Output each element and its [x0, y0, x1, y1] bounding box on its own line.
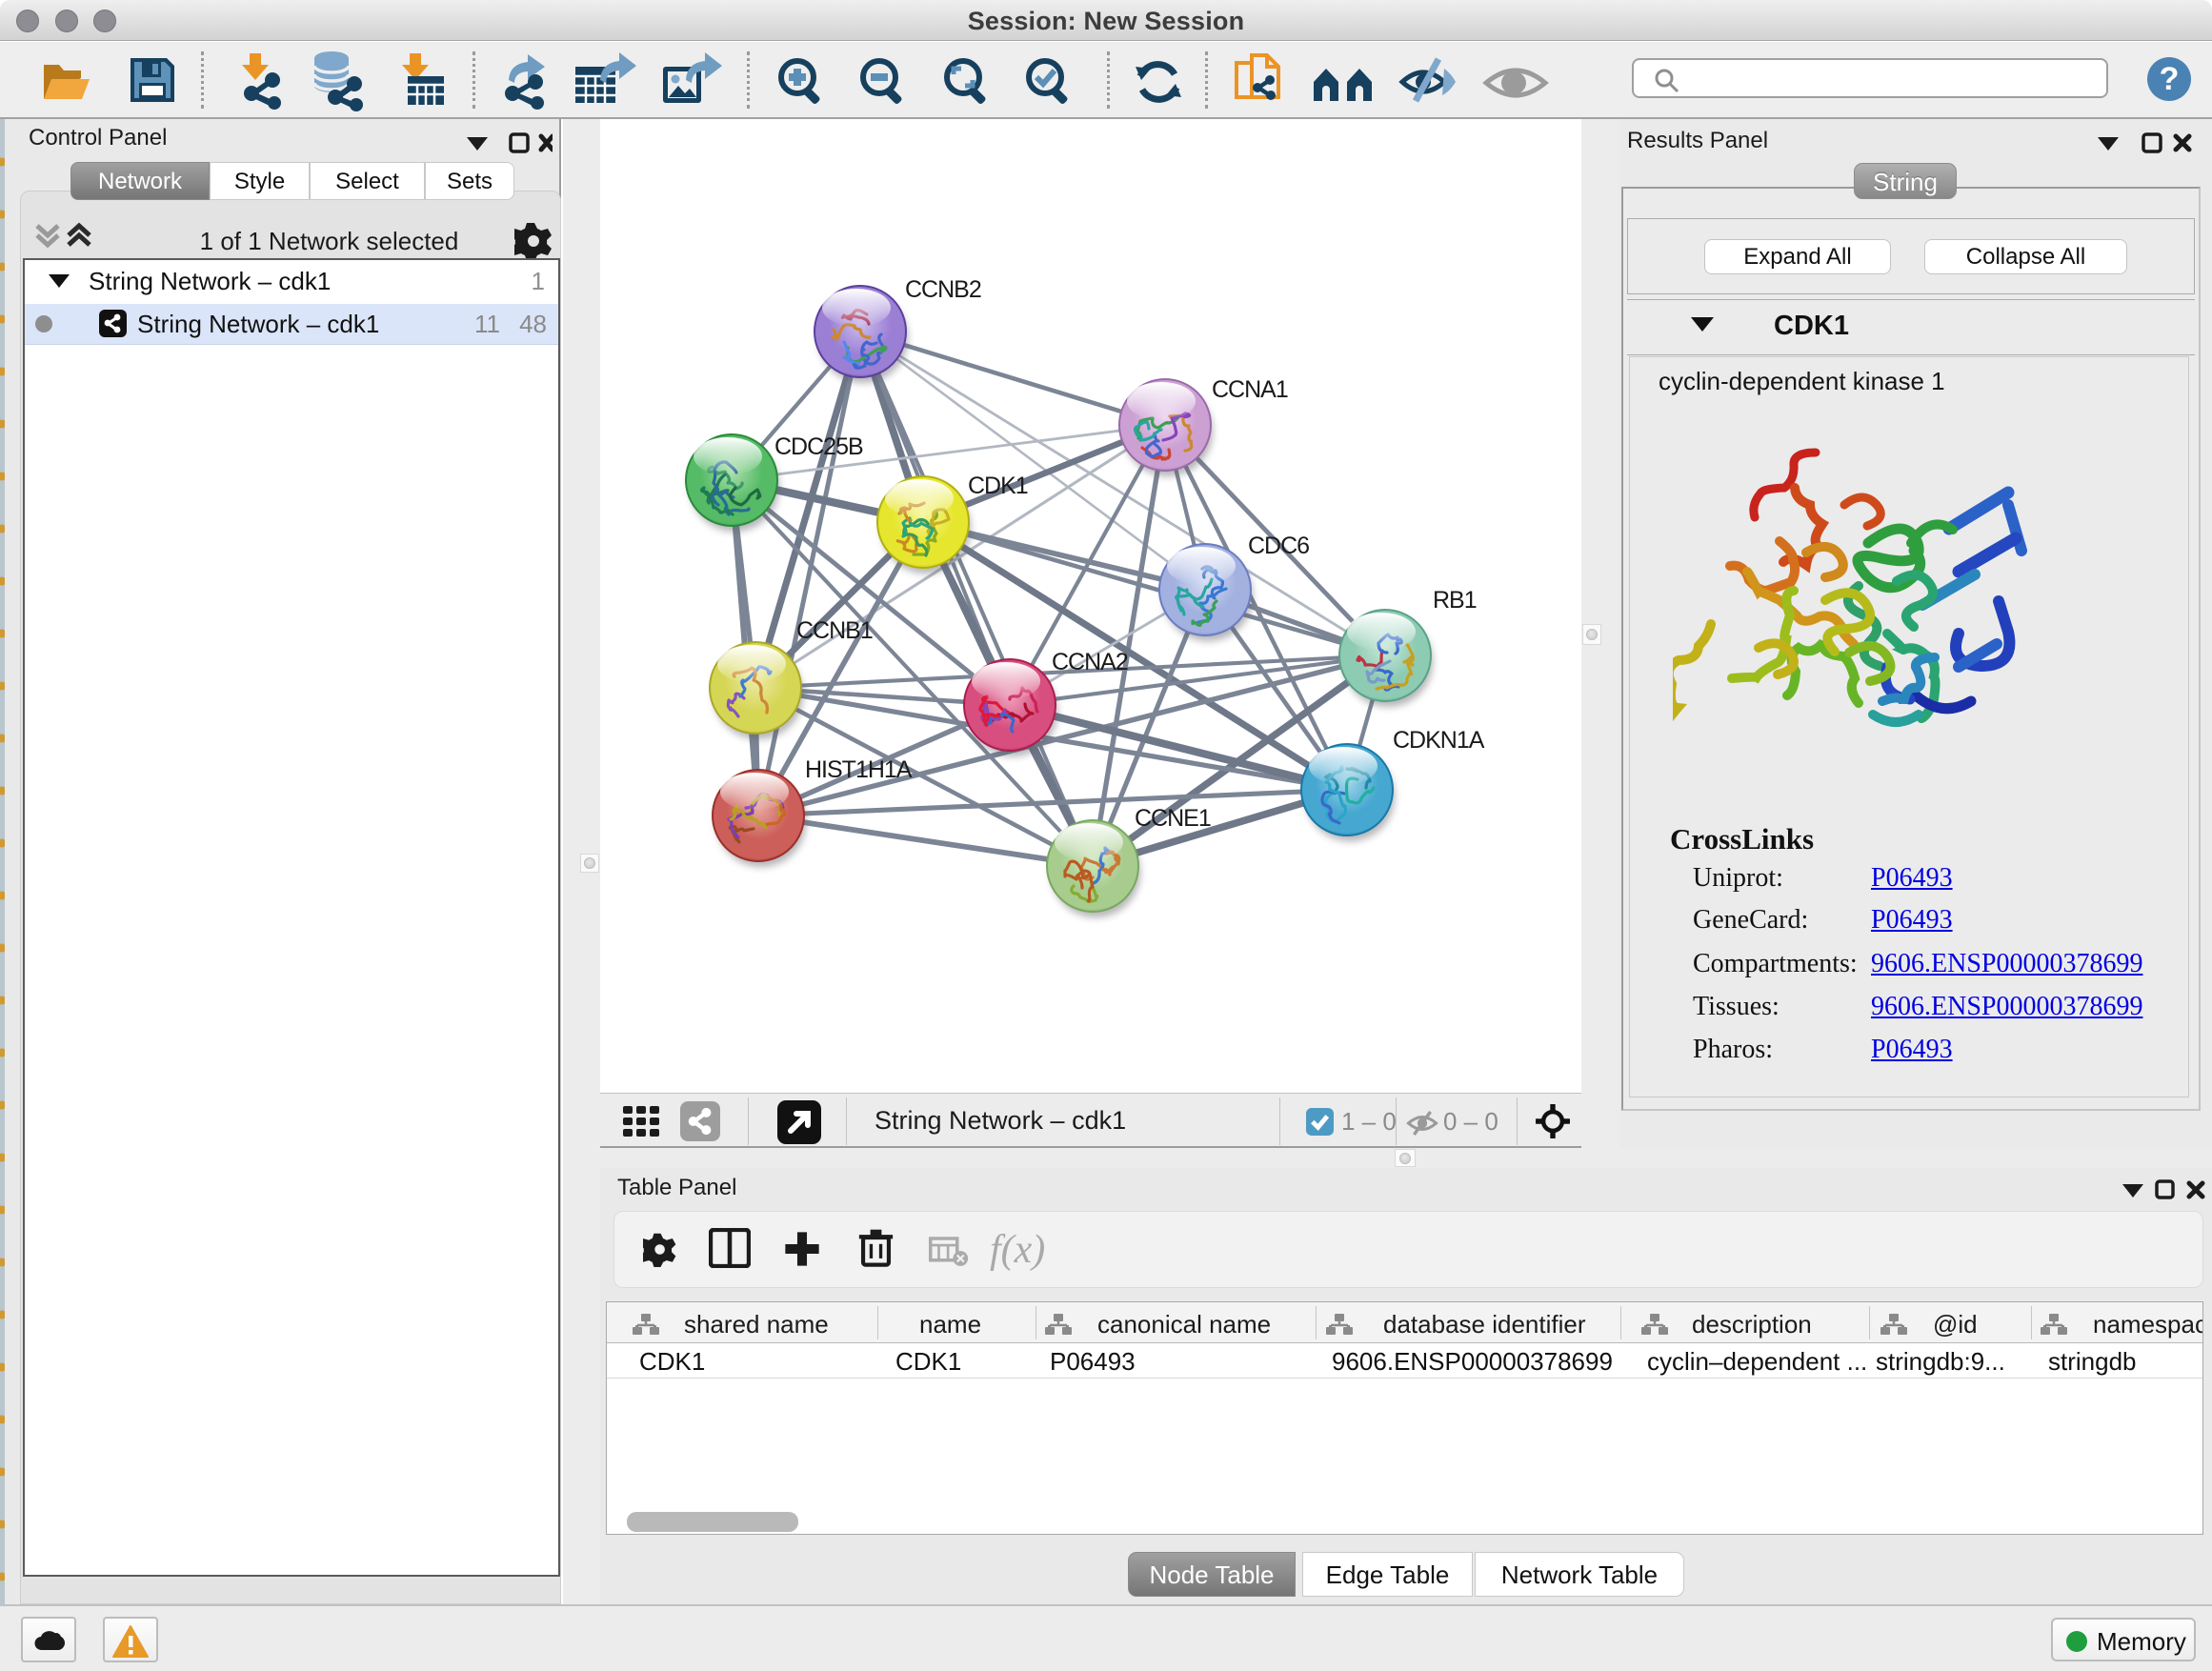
svg-text:CDC6: CDC6: [1248, 533, 1309, 559]
svg-text:RB1: RB1: [1433, 587, 1477, 614]
svg-text:CDK1: CDK1: [968, 473, 1028, 499]
svg-text:CCNA2: CCNA2: [1052, 649, 1128, 675]
svg-text:CCNA1: CCNA1: [1212, 376, 1288, 403]
svg-text:?: ?: [2160, 61, 2180, 97]
svg-text:CDKN1A: CDKN1A: [1393, 727, 1485, 754]
svg-text:CCNB2: CCNB2: [905, 276, 981, 303]
svg-text:HIST1H1A: HIST1H1A: [805, 756, 913, 783]
svg-text:CDC25B: CDC25B: [774, 433, 863, 460]
svg-text:CCNB1: CCNB1: [796, 617, 873, 644]
svg-text:CCNE1: CCNE1: [1135, 805, 1211, 832]
